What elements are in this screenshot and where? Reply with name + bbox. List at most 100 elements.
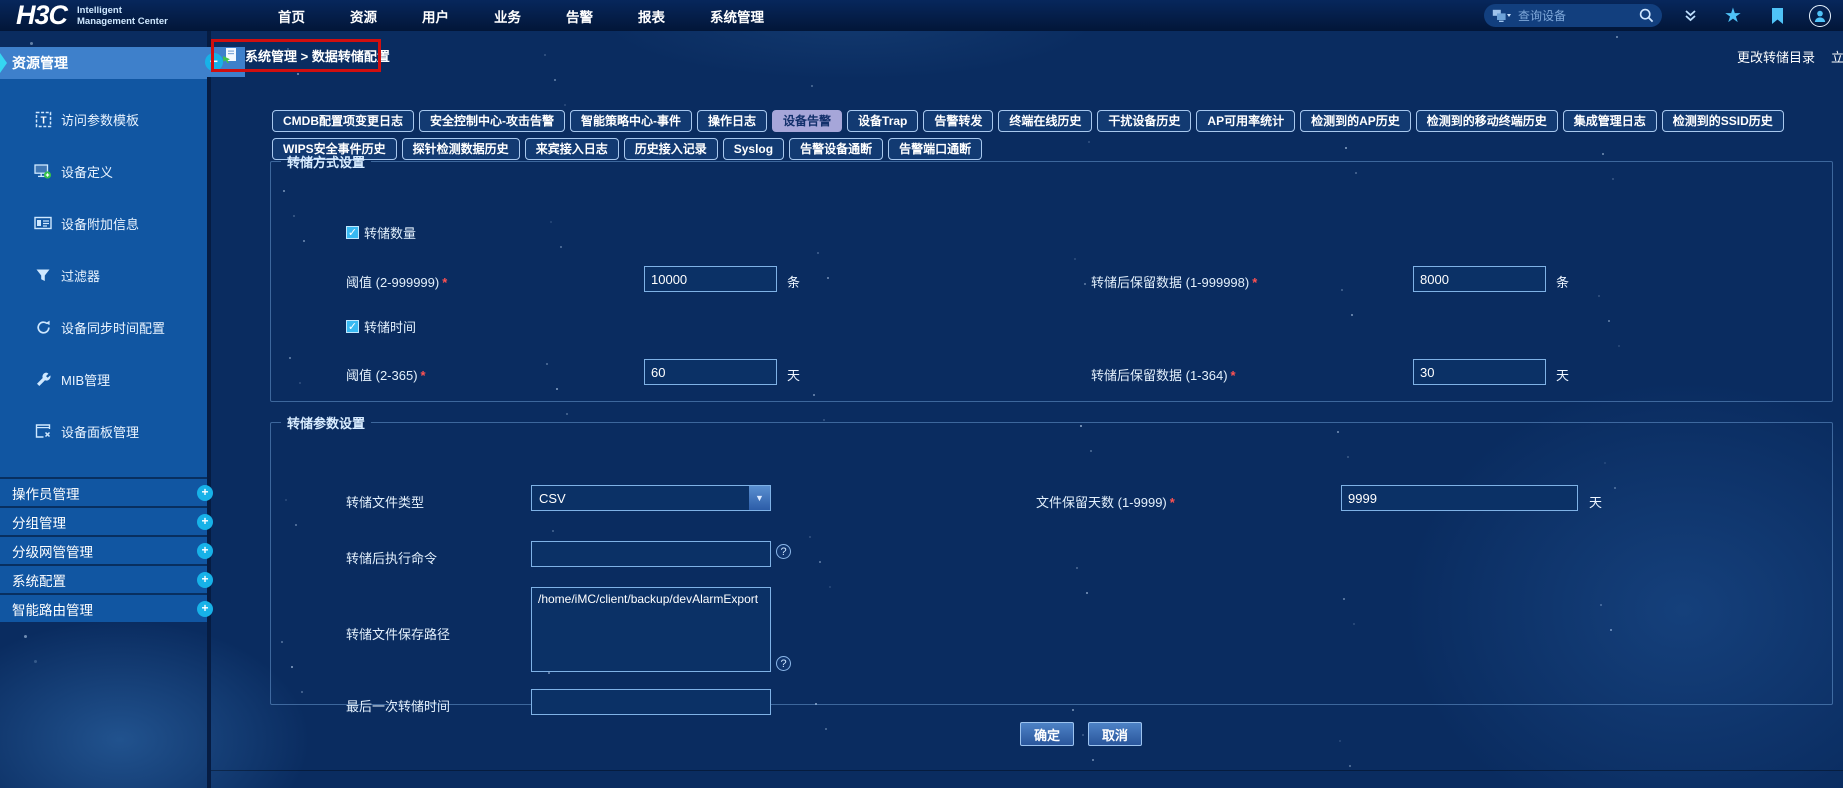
save-path-textarea[interactable]: /home/iMC/client/backup/devAlarmExport <box>531 587 771 672</box>
dump-time-label: 转储时间 <box>364 320 417 335</box>
tab[interactable]: 设备告警 <box>772 110 843 132</box>
sidebar-section[interactable]: 操作员管理 + <box>0 477 213 506</box>
star-dot <box>1088 141 1090 143</box>
form-buttons: 确定 取消 <box>1020 722 1143 746</box>
user-avatar-icon[interactable] <box>1806 0 1834 31</box>
file-type-label: 转储文件类型 <box>346 495 425 510</box>
sidebar-item[interactable]: 设备附加信息 <box>0 197 207 249</box>
search-scope-icon[interactable] <box>1492 9 1512 23</box>
unit-label: 天 <box>787 368 801 383</box>
page-action-link[interactable]: 立即转储 <box>1831 47 1843 66</box>
tab[interactable]: CMDB配置项变更日志 <box>272 110 414 132</box>
topnav-item[interactable]: 业务 <box>494 6 521 26</box>
sidebar-section[interactable]: 系统配置 + <box>0 564 213 593</box>
h3c-logo[interactable]: H3C Intelligent Management Center <box>16 0 168 31</box>
star-dot <box>1345 147 1347 149</box>
sidebar: 资源管理 T 访问参数模板 设备定义设备附加信息 过滤器设备同步时间配置 MIB管理 设备… <box>0 31 213 622</box>
sidebar-item[interactable]: 过滤器 <box>0 249 207 301</box>
device-search-box[interactable] <box>1484 4 1662 27</box>
chevron-down-icon[interactable]: ▼ <box>749 486 770 510</box>
topbar: H3C Intelligent Management Center 首页 资源 用户… <box>0 0 1843 31</box>
tab[interactable]: 设备Trap <box>847 110 919 132</box>
tab[interactable]: 干扰设备历史 <box>1097 110 1192 132</box>
sidebar-section[interactable]: 智能路由管理 + <box>0 593 213 622</box>
cancel-button[interactable]: 取消 <box>1088 722 1143 746</box>
imc-screen: H3C Intelligent Management Center 首页 资源 用户… <box>0 0 1843 788</box>
last-dump-time-label: 最后一次转储时间 <box>346 699 451 714</box>
help-icon[interactable]: ? <box>776 544 791 559</box>
search-input[interactable] <box>1518 8 1639 23</box>
star-dot <box>825 728 827 730</box>
sidebar-section[interactable]: 分级网管管理 + <box>0 535 213 564</box>
star-dot <box>297 73 299 75</box>
tab[interactable]: AP可用率统计 <box>1196 110 1296 132</box>
sidebar-section-label: 系统配置 <box>12 573 66 589</box>
sidebar-section-list: 操作员管理 + 分组管理 + 分级网管管理 + 系统配置 + 智能路由管理 + <box>0 477 213 622</box>
threshold-count-input[interactable] <box>644 266 777 292</box>
topnav-item[interactable]: 用户 <box>422 6 449 26</box>
star-dot <box>544 54 546 56</box>
tab[interactable]: 操作日志 <box>697 110 768 132</box>
ok-button[interactable]: 确定 <box>1020 722 1075 746</box>
dump-params-section: 转储参数设置 转储文件类型 CSV ▼ 文件保留天数 (1-9999)* 天 转… <box>270 413 1833 715</box>
page-action-link[interactable]: 更改转储目录 <box>1737 47 1815 66</box>
template-icon: T <box>34 110 52 128</box>
sidebar-section-label: 智能路由管理 <box>12 602 93 618</box>
sidebar-item-label: 过滤器 <box>61 268 101 284</box>
sidebar-item[interactable]: 设备面板管理 <box>0 405 207 457</box>
sidebar-item[interactable]: T 访问参数模板 <box>0 93 207 145</box>
command-input[interactable] <box>531 541 771 567</box>
h3c-logo-text: H3C <box>16 0 68 30</box>
unit-label: 条 <box>787 275 801 290</box>
topnav-item[interactable]: 报表 <box>638 6 665 26</box>
sidebar-item[interactable]: MIB管理 <box>0 353 207 405</box>
tab[interactable]: 检测到的AP历史 <box>1300 110 1411 132</box>
sidebar-item[interactable]: 设备定义 <box>0 145 207 197</box>
topnav-item[interactable]: 系统管理 <box>710 6 764 26</box>
section-title: 转储参数设置 <box>287 416 366 431</box>
retain-count-input[interactable] <box>1413 266 1546 292</box>
last-dump-time-input[interactable] <box>531 689 771 715</box>
sidebar-header-resource-management[interactable]: 资源管理 <box>0 47 207 79</box>
threshold-days-input[interactable] <box>644 359 777 385</box>
file-type-select[interactable]: CSV ▼ <box>531 485 771 511</box>
topnav-item[interactable]: 首页 <box>278 6 305 26</box>
sidebar-item-label: 设备附加信息 <box>61 216 140 232</box>
retain-days-label: 转储后保留数据 (1-364) * <box>1091 368 1236 383</box>
search-icon[interactable] <box>1639 8 1654 23</box>
expand-plus-icon[interactable]: + <box>197 572 213 588</box>
expand-chevron-icon[interactable] <box>1680 0 1700 31</box>
star-dot <box>1072 709 1074 711</box>
sidebar-item-list: T 访问参数模板 设备定义设备附加信息 过滤器设备同步时间配置 MIB管理 设备面板管理 <box>0 79 207 477</box>
sidebar-item[interactable]: 设备同步时间配置 <box>0 301 207 353</box>
dump-time-checkbox[interactable] <box>346 320 359 333</box>
sidebar-section-label: 分级网管管理 <box>12 544 93 560</box>
sidebar-section[interactable]: 分组管理 + <box>0 506 213 535</box>
tab[interactable]: 安全控制中心-攻击告警 <box>419 110 565 132</box>
tab[interactable]: 告警转发 <box>923 110 994 132</box>
page-actions: 更改转储目录 立即转储 <box>1737 47 1843 66</box>
help-icon[interactable]: ? <box>776 656 791 671</box>
expand-plus-icon[interactable]: + <box>197 485 213 501</box>
expand-plus-icon[interactable]: + <box>197 601 213 617</box>
topnav-item[interactable]: 告警 <box>566 6 593 26</box>
star-dot <box>554 79 556 81</box>
active-arrow-icon <box>0 53 7 73</box>
device-definition-icon <box>34 162 52 180</box>
tab[interactable]: 检测到的SSID历史 <box>1661 110 1784 132</box>
dump-count-checkbox[interactable] <box>346 226 359 239</box>
expand-plus-icon[interactable]: + <box>197 543 213 559</box>
favorites-star-icon[interactable]: ★ <box>1720 0 1746 31</box>
retain-days-input[interactable] <box>1413 359 1546 385</box>
tab[interactable]: 智能策略中心-事件 <box>570 110 692 132</box>
tab[interactable]: 集成管理日志 <box>1562 110 1657 132</box>
content-divider <box>207 31 211 788</box>
star-dot <box>34 660 37 663</box>
bookmark-icon[interactable] <box>1764 0 1790 31</box>
tab[interactable]: 终端在线历史 <box>998 110 1093 132</box>
expand-plus-icon[interactable]: + <box>197 514 213 530</box>
topnav-item[interactable]: 资源 <box>350 6 377 26</box>
sidebar-item-label: 设备同步时间配置 <box>61 320 166 336</box>
keep-days-input[interactable] <box>1341 485 1578 511</box>
tab[interactable]: 检测到的移动终端历史 <box>1415 110 1558 132</box>
